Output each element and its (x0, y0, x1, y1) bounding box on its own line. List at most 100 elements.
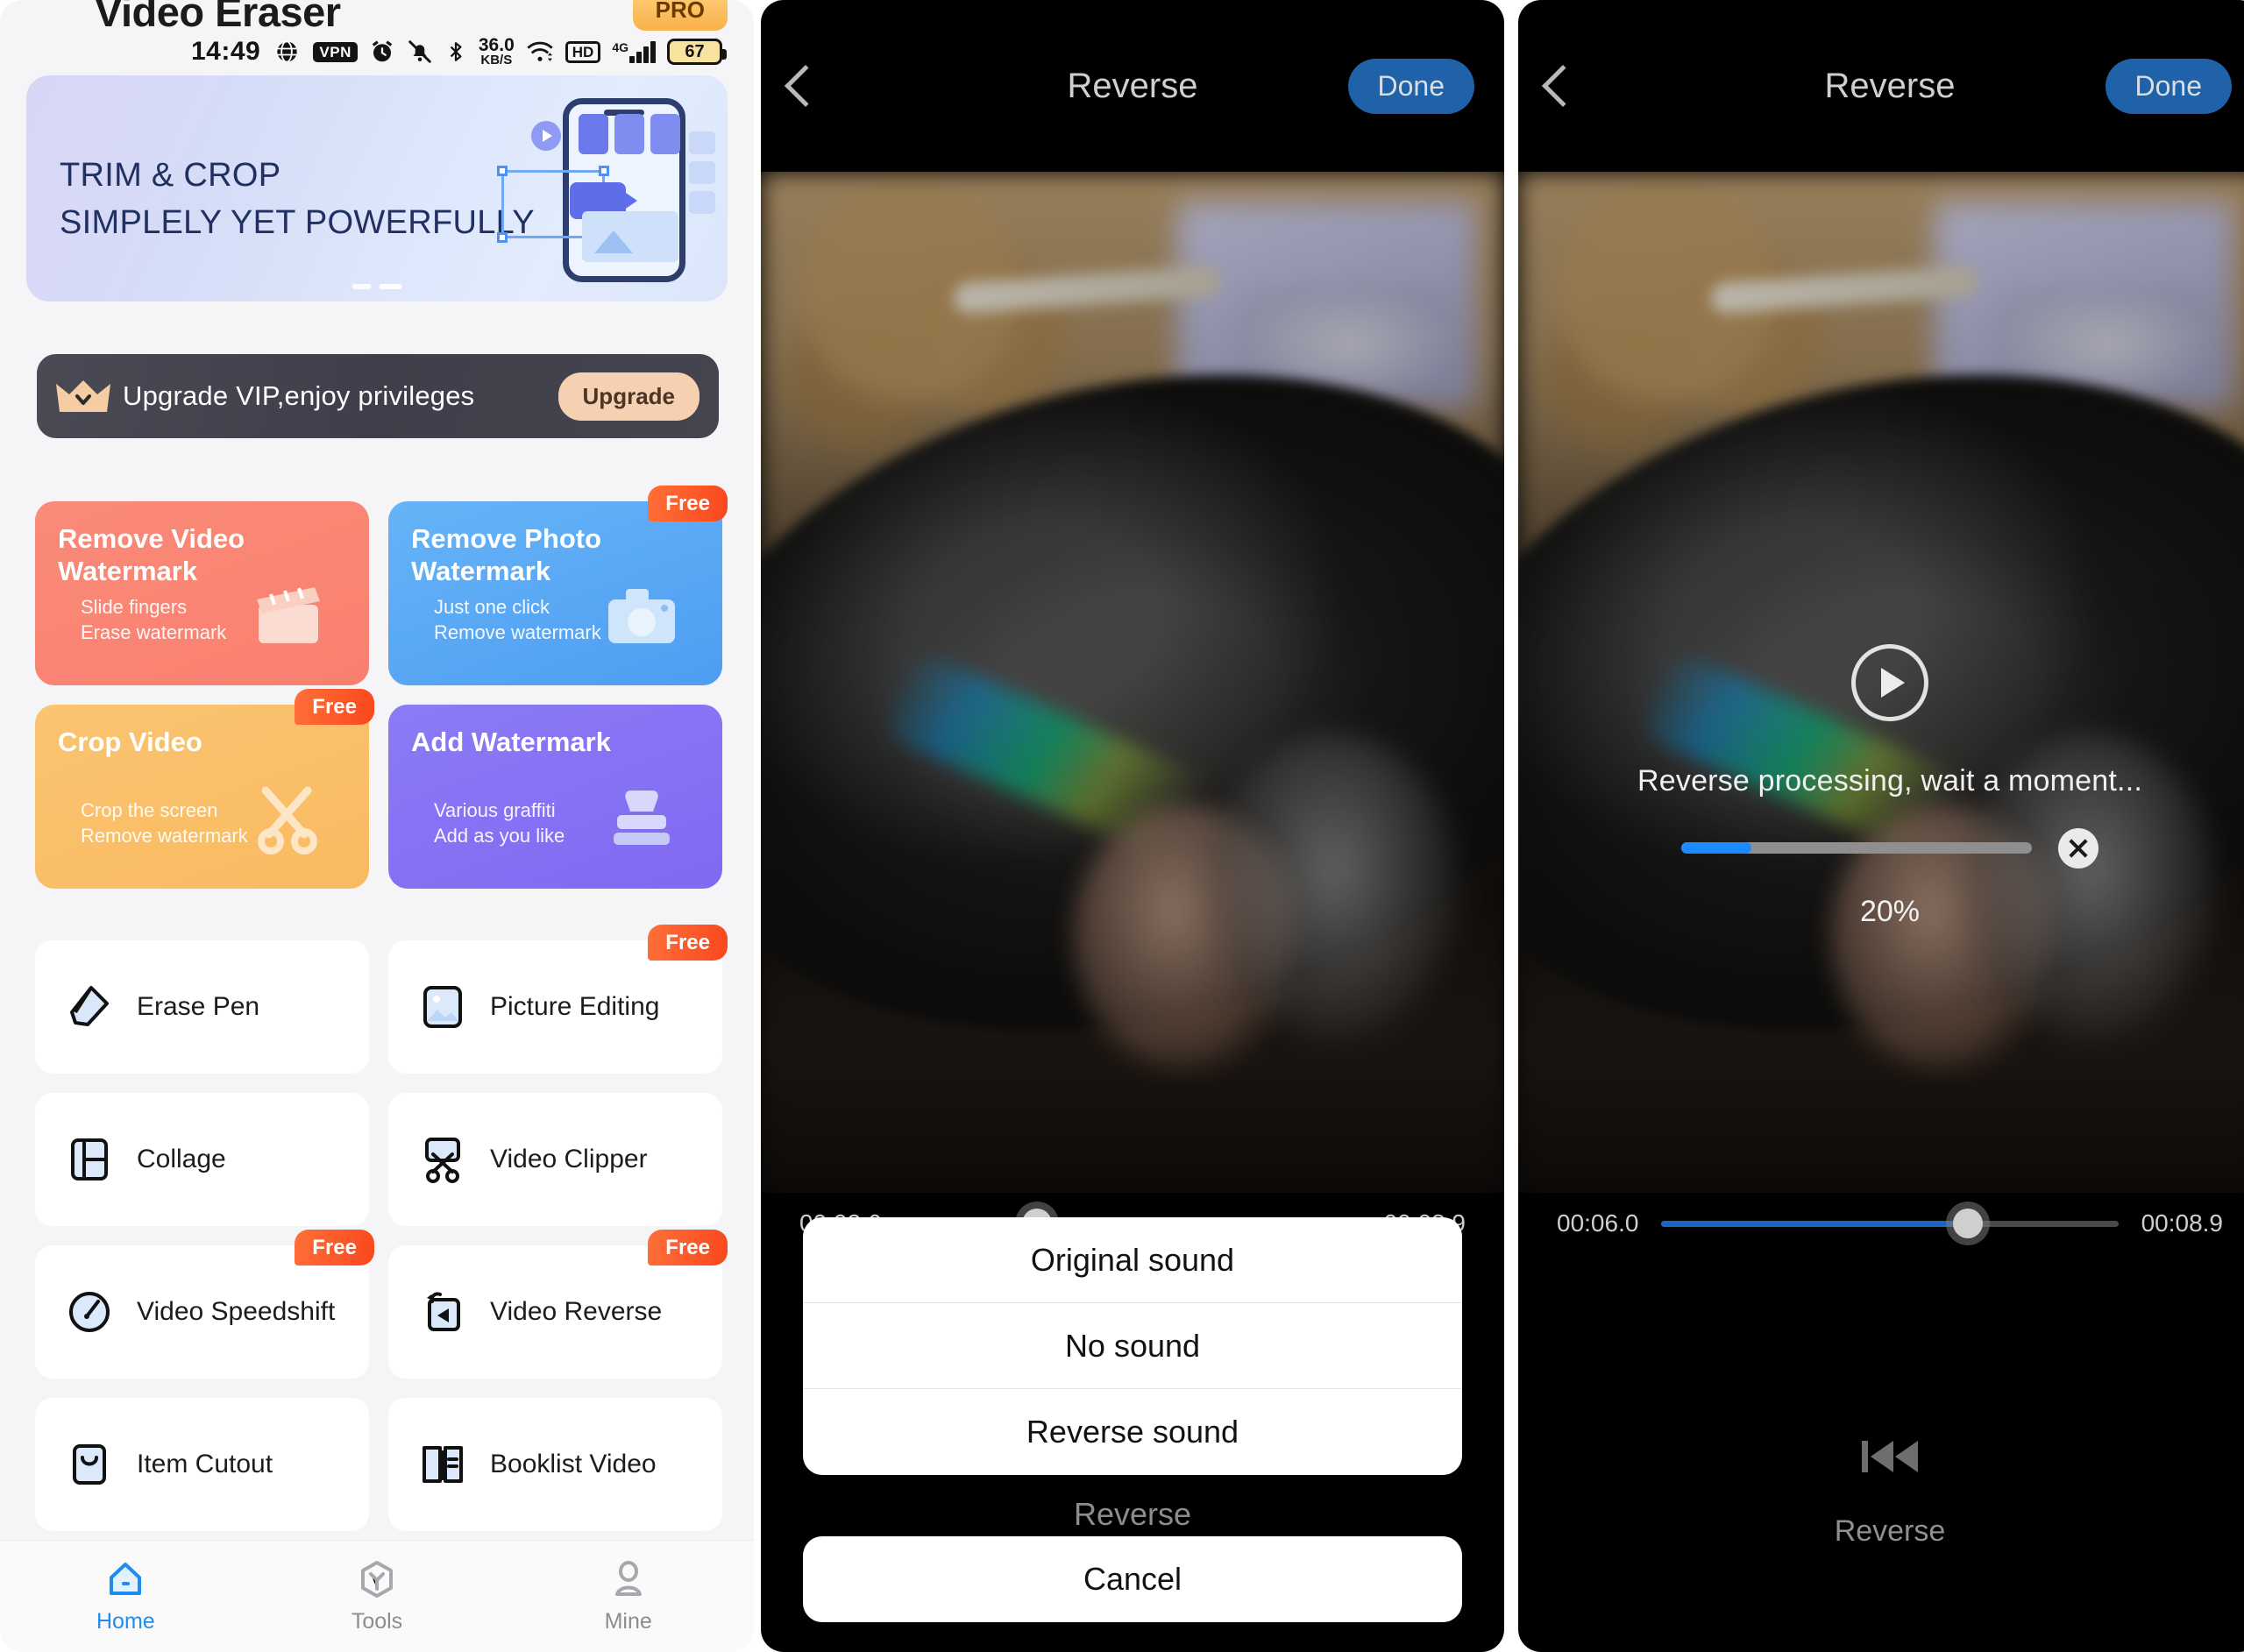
tool-collage[interactable]: Collage (35, 1093, 369, 1226)
person-icon (614, 1561, 642, 1596)
battery-icon: 67 (667, 39, 727, 65)
banner-pagination-dots[interactable] (352, 284, 402, 289)
item-cutout-icon (65, 1440, 114, 1489)
tool-picture-editing[interactable]: Free Picture Editing (388, 925, 728, 1074)
speedometer-icon (65, 1287, 114, 1336)
nav-label: Mine (604, 1609, 652, 1634)
home-icon (110, 1563, 142, 1595)
nav-item-tools[interactable]: Tools (252, 1541, 503, 1652)
wifi-icon (526, 39, 554, 64)
progress-percent: 20% (1859, 894, 1921, 928)
free-badge: Free (648, 1230, 728, 1266)
cellular-signal-icon: 4G (612, 40, 656, 63)
option-reverse-sound[interactable]: Reverse sound (803, 1389, 1462, 1475)
editor-header: Reverse Done (761, 0, 1504, 172)
processing-dialog: Reverse processing, wait a moment... 20% (1518, 764, 2244, 929)
cancel-button[interactable]: Cancel (803, 1536, 1462, 1622)
reverse-tool-label: Reverse (1834, 1514, 1946, 1548)
vip-upgrade-banner[interactable]: Upgrade VIP,enjoy privileges Upgrade (37, 354, 719, 438)
close-circle-icon[interactable] (2058, 827, 2098, 869)
battery-level: 67 (685, 41, 705, 61)
card-subtitle: Slide fingers Erase watermark (81, 594, 226, 645)
card-sub-1: Various graffiti (434, 798, 556, 821)
video-frame (761, 172, 1504, 1193)
tool-item-cutout[interactable]: Item Cutout (35, 1398, 369, 1531)
progress-fill (1681, 842, 1751, 854)
promo-banner[interactable]: TRIM & CROP SIMPLELY YET POWERFULLY (26, 75, 728, 301)
tool-video-reverse[interactable]: Free Video Reverse (388, 1230, 728, 1379)
network-type-label: 4G (612, 40, 628, 54)
nav-label: Tools (351, 1609, 403, 1634)
video-timeline[interactable]: 00:06.0 00:08.9 (1518, 1193, 2244, 1254)
card-sub-2: Add as you like (434, 824, 565, 847)
home-screen-panel: Video Eraser PRO 14:49 VPN 36.0 KB/S HD … (0, 0, 754, 1652)
done-button[interactable]: Done (2105, 58, 2232, 114)
promo-line-2: SIMPLELY YET POWERFULLY (60, 203, 535, 241)
option-no-sound[interactable]: No sound (803, 1303, 1462, 1389)
card-add-watermark[interactable]: Add Watermark Various graffiti Add as yo… (388, 705, 722, 889)
tool-video-speedshift[interactable]: Free Video Speedshift (35, 1230, 374, 1379)
bottom-navigation-bar: Home Tools Mine (0, 1540, 754, 1652)
network-speed-unit: KB/S (480, 52, 513, 67)
card-subtitle: Crop the screen Remove watermark (81, 798, 248, 848)
feature-card-grid: Remove Video Watermark Slide fingers Era… (35, 486, 728, 889)
tool-label: Video Reverse (490, 1297, 663, 1326)
card-sub-2: Remove watermark (81, 824, 248, 847)
tool-erase-pen[interactable]: Erase Pen (35, 940, 369, 1074)
clapperboard-icon (248, 577, 329, 652)
upgrade-button[interactable]: Upgrade (557, 372, 699, 421)
nav-item-home[interactable]: Home (0, 1541, 252, 1652)
card-sub-2: Remove watermark (434, 620, 601, 643)
reverse-editor-panel: Reverse Done 00:02.6 00:08.9 Reverse Ori… (761, 0, 1504, 1652)
tool-video-clipper[interactable]: Video Clipper (388, 1093, 722, 1226)
card-subtitle: Just one click Remove watermark (434, 594, 601, 645)
sound-options-group: Original sound No sound Reverse sound (803, 1217, 1462, 1475)
bell-muted-icon (407, 39, 433, 65)
alarm-icon (369, 39, 395, 65)
card-sub-1: Just one click (434, 595, 550, 618)
tool-label: Video Clipper (490, 1145, 648, 1173)
pro-badge[interactable]: PRO (632, 0, 728, 31)
timeline-track[interactable] (1661, 1209, 2119, 1238)
free-badge: Free (295, 1230, 374, 1266)
card-title: Add Watermark (411, 727, 611, 757)
stamp-icon (601, 780, 682, 855)
card-remove-photo-watermark[interactable]: Free Remove Photo Watermark Just one cli… (388, 486, 728, 685)
status-time: 14:49 (191, 37, 261, 66)
reverse-tool-button[interactable]: Reverse (1518, 1434, 2244, 1549)
camera-icon (601, 577, 682, 652)
screenshot-stage: Video Eraser PRO 14:49 VPN 36.0 KB/S HD … (0, 0, 2244, 1652)
editor-header: Reverse Done (1518, 0, 2244, 172)
video-reverse-icon (418, 1287, 467, 1336)
nav-item-mine[interactable]: Mine (502, 1541, 754, 1652)
timeline-handle[interactable] (1952, 1209, 1983, 1238)
globe-icon (274, 39, 299, 64)
video-preview[interactable] (761, 172, 1504, 1193)
card-sub-1: Crop the screen (81, 798, 218, 821)
timeline-fill (1661, 1220, 1968, 1227)
status-bar: 14:49 VPN 36.0 KB/S HD 4G 67 (0, 33, 754, 70)
card-title: Crop Video (58, 727, 202, 757)
video-preview[interactable]: Reverse processing, wait a moment... 20% (1518, 172, 2244, 1193)
scissors-icon (248, 780, 329, 855)
done-button[interactable]: Done (1347, 58, 1474, 114)
promo-line-1: TRIM & CROP (60, 157, 281, 194)
card-sub-2: Erase watermark (81, 620, 227, 643)
play-icon[interactable] (1851, 643, 1928, 721)
card-subtitle: Various graffiti Add as you like (434, 798, 565, 848)
option-original-sound[interactable]: Original sound (803, 1217, 1462, 1303)
book-icon (418, 1440, 467, 1489)
app-title: Video Eraser (95, 0, 341, 35)
video-scissors-icon (418, 1135, 467, 1184)
promo-banner-text: TRIM & CROP SIMPLELY YET POWERFULLY (60, 152, 535, 247)
card-remove-video-watermark[interactable]: Remove Video Watermark Slide fingers Era… (35, 501, 369, 685)
vip-banner-text: Upgrade VIP,enjoy privileges (123, 380, 475, 411)
card-crop-video[interactable]: Free Crop Video Crop the screen Remove w… (35, 689, 374, 889)
processing-message: Reverse processing, wait a moment... (1637, 763, 2142, 798)
tool-label: Video Speedshift (137, 1297, 336, 1326)
tools-icon (361, 1561, 393, 1598)
image-edit-icon (418, 982, 467, 1032)
vpn-badge: VPN (313, 41, 358, 62)
tool-booklist-video[interactable]: Booklist Video (388, 1398, 722, 1531)
free-badge: Free (648, 486, 728, 521)
